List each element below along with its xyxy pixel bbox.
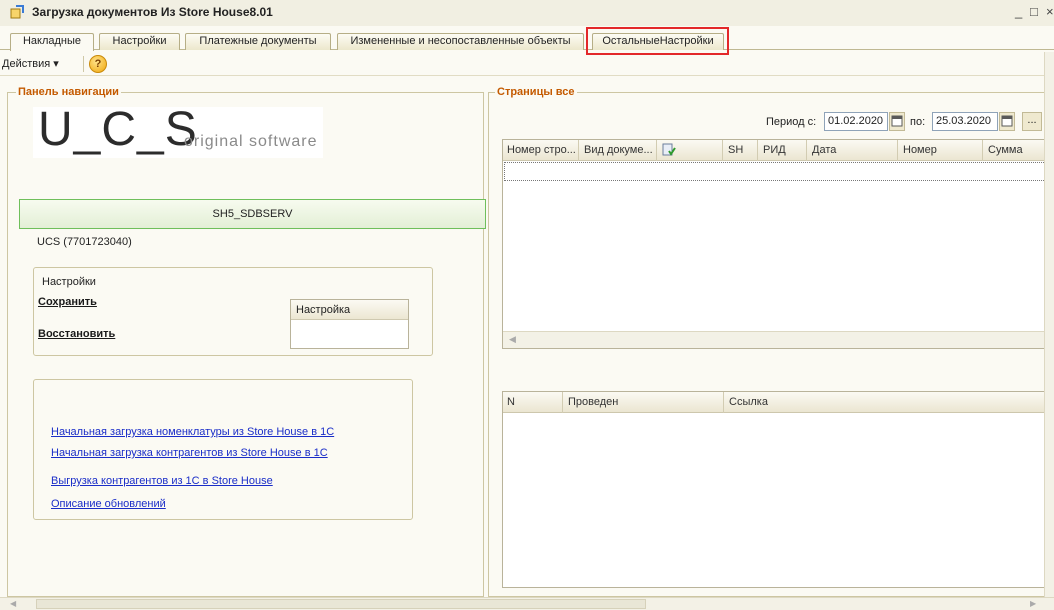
scroll-left-icon[interactable]: ◀ <box>509 334 516 345</box>
more-button[interactable]: ... <box>1022 112 1042 131</box>
restore-link[interactable]: Восстановить <box>38 328 115 340</box>
load-status-icon <box>662 143 676 156</box>
calendar-from-icon[interactable] <box>889 112 905 131</box>
period-from-field[interactable]: 01.02.2020 <box>824 112 888 131</box>
pages-panel-title: Страницы все <box>495 86 577 98</box>
toolbar: Действия ▾ ? <box>0 52 1054 76</box>
col-sh[interactable]: SH <box>724 140 758 161</box>
help-icon[interactable]: ? <box>89 55 107 73</box>
col-posted[interactable]: Проведен <box>564 392 724 413</box>
scroll-left-arrow-icon[interactable]: ◀ <box>10 599 16 608</box>
ucs-logo: U_C_S <box>38 103 198 156</box>
col-n[interactable]: N <box>503 392 563 413</box>
window-title: Загрузка документов Из Store House8.01 <box>32 5 273 19</box>
actions-menu-button[interactable]: Действия ▾ <box>2 57 59 70</box>
documents-table[interactable]: Номер стро... Вид докуме... SH РИД Дата … <box>502 139 1054 349</box>
col-row-number[interactable]: Номер стро... <box>503 140 579 161</box>
tab-settings[interactable]: Настройки <box>99 33 180 50</box>
close-button[interactable]: × <box>1046 5 1054 19</box>
save-link[interactable]: Сохранить <box>38 296 97 308</box>
col-sum[interactable]: Сумма <box>984 140 1053 161</box>
period-to-label: по: <box>910 116 926 128</box>
tab-strip: Накладные Настройки Платежные документы … <box>0 33 1054 51</box>
export-counterparties-link[interactable]: Выгрузка контрагентов из 1С в Store Hous… <box>51 475 273 487</box>
horizontal-scrollbar[interactable]: ◀ <box>503 331 1053 348</box>
nav-panel-title: Панель навигации <box>16 86 121 98</box>
vertical-scrollbar[interactable] <box>1044 52 1054 597</box>
documents-table-header: Номер стро... Вид докуме... SH РИД Дата … <box>503 140 1053 161</box>
maximize-button[interactable]: □ <box>1030 5 1038 19</box>
ucs-logo-tagline: original software <box>184 133 318 150</box>
col-load-status[interactable] <box>658 140 723 161</box>
server-button[interactable]: SH5_SDBSERV <box>19 199 486 229</box>
settings-list-header: Настройка <box>291 300 408 320</box>
toolbar-separator <box>83 56 84 72</box>
tab-changed-objects[interactable]: Измененные и несопоставленные объекты <box>337 33 584 50</box>
load-nomenclature-link[interactable]: Начальная загрузка номенклатуры из Store… <box>51 426 334 438</box>
company-label: UCS (7701723040) <box>37 236 132 248</box>
tab-highlight-box <box>586 27 729 55</box>
table-row-focus[interactable] <box>504 162 1050 181</box>
col-number[interactable]: Номер <box>899 140 983 161</box>
col-doc-type[interactable]: Вид докуме... <box>580 140 657 161</box>
col-link[interactable]: Ссылка <box>725 392 1053 413</box>
postings-table[interactable]: N Проведен Ссылка <box>502 391 1054 588</box>
settings-group-title: Настройки <box>42 276 96 288</box>
col-date[interactable]: Дата <box>808 140 898 161</box>
period-from-label: Период с: <box>766 116 817 128</box>
tab-invoices[interactable]: Накладные <box>10 33 94 51</box>
col-rid[interactable]: РИД <box>759 140 807 161</box>
update-description-link[interactable]: Описание обновлений <box>51 498 166 510</box>
app-icon <box>10 5 24 19</box>
minimize-button[interactable]: _ <box>1015 5 1022 19</box>
title-bar: Загрузка документов Из Store House8.01 _… <box>0 0 1054 26</box>
settings-list[interactable]: Настройка <box>290 299 409 349</box>
load-counterparties-link[interactable]: Начальная загрузка контрагентов из Store… <box>51 447 328 459</box>
calendar-to-icon[interactable] <box>999 112 1015 131</box>
period-to-field[interactable]: 25.03.2020 <box>932 112 998 131</box>
scroll-right-arrow-icon[interactable]: ▶ <box>1030 599 1036 608</box>
scroll-thumb[interactable] <box>36 599 646 609</box>
window-horizontal-scrollbar[interactable]: ◀ ▶ <box>0 597 1054 610</box>
postings-table-header: N Проведен Ссылка <box>503 392 1053 413</box>
tab-payment-documents[interactable]: Платежные документы <box>185 33 331 50</box>
